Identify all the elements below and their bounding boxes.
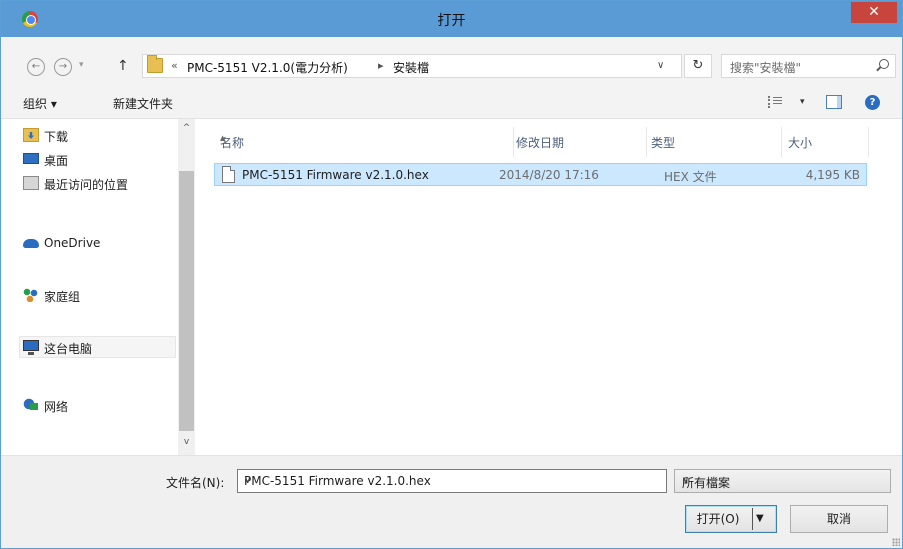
dialog-footer: 文件名(N): PMC-5151 Firmware v2.1.0.hex ∨ 所… — [1, 455, 902, 548]
nav-item-downloads[interactable]: 下载 — [23, 125, 173, 147]
nav-item-label: OneDrive — [44, 236, 101, 250]
file-type-dropdown-icon[interactable]: ∨ — [682, 475, 884, 486]
column-header-label: 类型 — [651, 136, 676, 150]
nav-item-homegroup[interactable]: 家庭组 — [23, 285, 173, 307]
breadcrumb-item-pmc-5151[interactable]: PMC-5151 V2.1.0(電力分析) — [187, 59, 348, 76]
column-header-size[interactable]: 大小 — [782, 127, 869, 157]
column-header-name[interactable]: 名称 ▲ — [214, 127, 514, 157]
file-modified: 2014/8/20 17:16 — [499, 168, 599, 182]
sort-ascending-icon: ▲ — [220, 134, 226, 142]
open-button-label: 打开(O) — [696, 512, 740, 526]
file-icon — [222, 166, 235, 183]
open-options-dropdown-icon[interactable]: ▼ — [756, 506, 764, 532]
refresh-button[interactable]: ↻ — [684, 54, 712, 78]
filename-input[interactable]: PMC-5151 Firmware v2.1.0.hex ∨ — [237, 469, 667, 493]
nav-item-recent-places[interactable]: 最近访问的位置 — [23, 173, 173, 195]
change-view-icon[interactable] — [768, 96, 782, 108]
nav-item-network[interactable]: 网络 — [23, 395, 173, 417]
nav-item-label: 家庭组 — [44, 290, 81, 304]
nav-item-label: 网络 — [44, 400, 69, 414]
address-dropdown-icon[interactable]: ∨ — [657, 60, 664, 71]
navigation-pane: 下载 桌面 最近访问的位置 OneDrive 家庭组 这台电脑 网络 — [1, 119, 197, 455]
column-header-label: 大小 — [788, 136, 813, 150]
view-options-dropdown-icon[interactable]: ▾ — [800, 97, 805, 107]
file-size: 4,195 KB — [805, 168, 860, 182]
organize-menu-button[interactable]: 组织 ▾ — [23, 95, 57, 112]
up-button[interactable]: ↑ — [117, 58, 129, 74]
scroll-up-icon[interactable]: ^ — [178, 123, 195, 133]
navigation-scrollbar[interactable]: ^ v — [178, 119, 195, 455]
file-type: HEX 文件 — [664, 170, 717, 184]
nav-item-onedrive[interactable]: OneDrive — [23, 233, 173, 255]
filename-history-dropdown-icon[interactable]: ∨ — [244, 475, 661, 486]
recent-locations-dropdown[interactable]: ▾ — [79, 60, 84, 70]
desktop-icon — [23, 153, 39, 164]
scroll-down-icon[interactable]: v — [178, 437, 195, 447]
open-file-dialog: 打开 ✕ ← → ▾ ↑ « PMC-5151 V2.1.0(電力分析) ▸ 安… — [0, 0, 903, 549]
open-button[interactable]: 打开(O) ▼ — [685, 505, 777, 533]
address-bar[interactable]: « PMC-5151 V2.1.0(電力分析) ▸ 安裝檔 ∨ — [142, 54, 682, 78]
nav-item-label: 这台电脑 — [44, 342, 93, 356]
breadcrumb-overflow[interactable]: « — [171, 59, 178, 72]
scrollbar-thumb[interactable] — [179, 171, 194, 431]
download-folder-icon — [23, 128, 39, 142]
nav-item-label: 下载 — [44, 130, 69, 144]
file-list: 名称 ▲ 修改日期 类型 大小 PMC-5151 Firmware v2.1.0… — [197, 119, 902, 455]
nav-item-label: 桌面 — [44, 154, 69, 168]
nav-item-desktop[interactable]: 桌面 — [23, 149, 173, 171]
onedrive-icon — [23, 239, 39, 248]
search-input[interactable]: 搜索"安裝檔" — [721, 54, 896, 78]
filename-label: 文件名(N): — [166, 476, 225, 490]
breadcrumb-separator-icon[interactable]: ▸ — [378, 59, 384, 72]
forward-button[interactable]: → — [54, 58, 72, 76]
title-bar: 打开 ✕ — [1, 1, 902, 37]
breadcrumb-item-install[interactable]: 安裝檔 — [393, 59, 429, 76]
this-pc-icon — [23, 340, 39, 355]
file-row[interactable]: PMC-5151 Firmware v2.1.0.hex 2014/8/20 1… — [214, 163, 867, 186]
dialog-title: 打开 — [437, 13, 466, 29]
close-button[interactable]: ✕ — [851, 2, 897, 23]
file-type-select[interactable]: 所有檔案 ∨ — [674, 469, 891, 493]
column-header-label: 修改日期 — [516, 136, 565, 150]
search-placeholder: 搜索"安裝檔" — [730, 61, 802, 75]
column-header-type[interactable]: 类型 — [645, 127, 782, 157]
back-button[interactable]: ← — [27, 58, 45, 76]
resize-grip[interactable] — [892, 538, 900, 546]
file-name: PMC-5151 Firmware v2.1.0.hex — [242, 168, 429, 182]
cancel-button[interactable]: 取消 — [790, 505, 888, 533]
recent-places-icon — [23, 176, 39, 190]
help-icon[interactable]: ? — [865, 95, 880, 110]
new-folder-button[interactable]: 新建文件夹 — [113, 95, 173, 112]
command-bar: 组织 ▾ 新建文件夹 ▾ ? — [1, 85, 902, 119]
folder-icon — [147, 55, 163, 73]
nav-item-this-pc[interactable]: 这台电脑 — [19, 336, 176, 358]
address-row: ← → ▾ ↑ « PMC-5151 V2.1.0(電力分析) ▸ 安裝檔 ∨ … — [1, 37, 902, 85]
nav-item-label: 最近访问的位置 — [44, 178, 129, 192]
search-icon[interactable] — [879, 59, 889, 69]
column-header-modified[interactable]: 修改日期 — [510, 127, 647, 157]
preview-pane-icon[interactable] — [826, 95, 842, 109]
homegroup-icon — [23, 288, 39, 302]
network-icon — [23, 398, 39, 412]
split-divider — [752, 508, 753, 530]
